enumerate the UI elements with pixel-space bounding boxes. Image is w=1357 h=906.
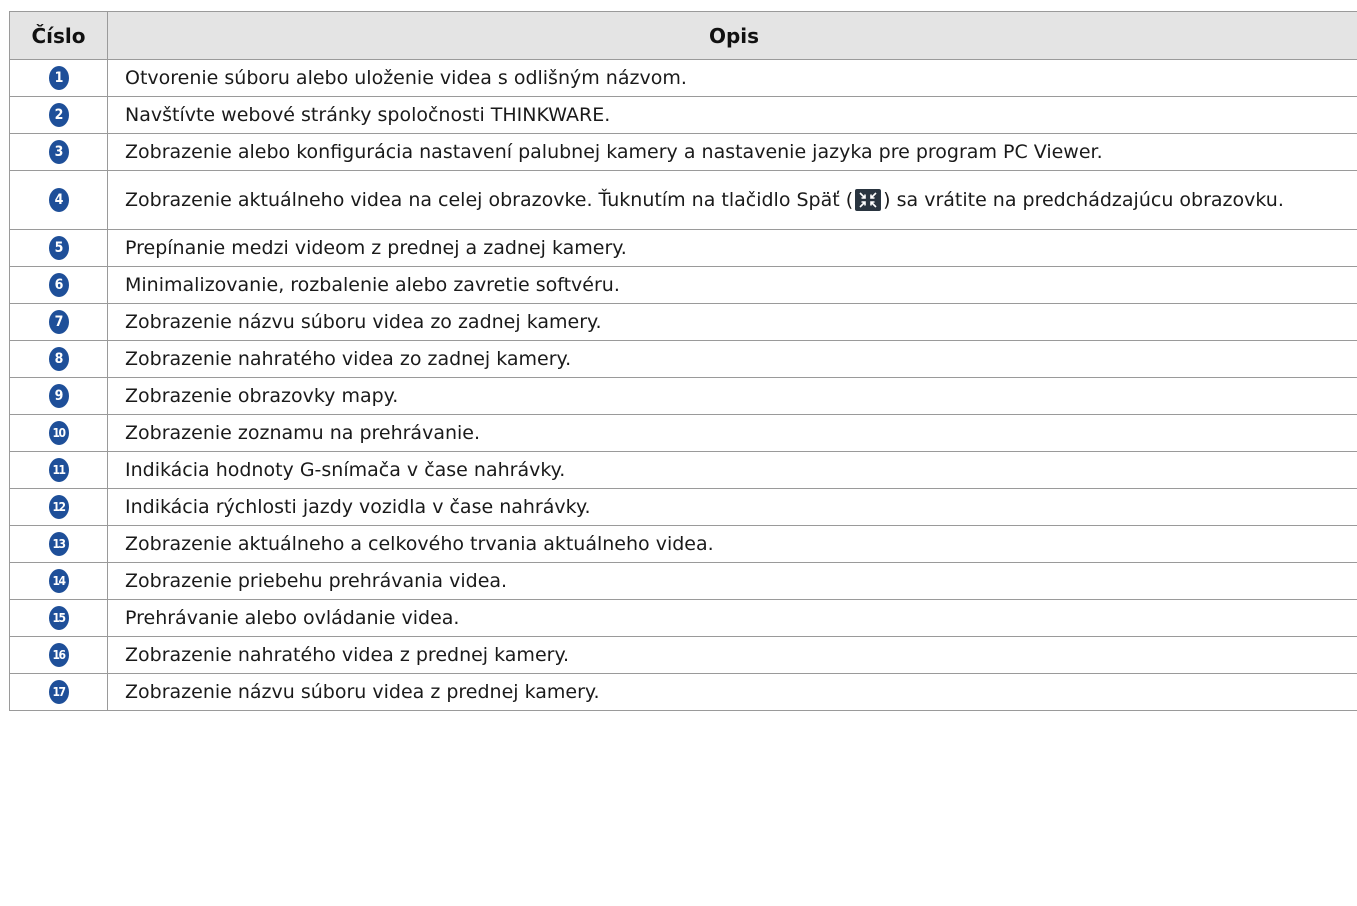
row-description: Indikácia rýchlosti jazdy vozidla v čase… (107, 488, 1357, 526)
number-badge: 4 (48, 188, 69, 212)
row-description: Otvorenie súboru alebo uloženie videa s … (107, 59, 1357, 97)
table-row: 17 Zobrazenie názvu súboru videa z predn… (9, 673, 1357, 711)
number-badge: 11 (48, 458, 69, 482)
row-description-text-after: ) sa vrátite na predchádzajúcu obrazovku… (883, 188, 1284, 211)
table-row: 12 Indikácia rýchlosti jazdy vozidla v č… (9, 488, 1357, 526)
number-badge: 3 (48, 140, 69, 164)
row-description: Zobrazenie názvu súboru videa zo zadnej … (107, 303, 1357, 341)
row-description: Zobrazenie aktuálneho videa na celej obr… (107, 170, 1357, 230)
table-row: 1 Otvorenie súboru alebo uloženie videa … (9, 59, 1357, 97)
row-description: Zobrazenie alebo konfigurácia nastavení … (107, 133, 1357, 171)
row-description: Zobrazenie názvu súboru videa z prednej … (107, 673, 1357, 711)
number-badge: 7 (48, 310, 69, 334)
table-row: 7 Zobrazenie názvu súboru videa zo zadne… (9, 303, 1357, 341)
exit-fullscreen-icon (855, 189, 882, 211)
table-header-row: Číslo Opis (9, 11, 1357, 60)
number-badge: 1 (48, 66, 69, 90)
row-description: Prehrávanie alebo ovládanie videa. (107, 599, 1357, 637)
table-row: 6 Minimalizovanie, rozbalenie alebo zavr… (9, 266, 1357, 304)
number-badge: 17 (48, 680, 69, 704)
number-badge: 9 (48, 384, 69, 408)
row-description: Zobrazenie priebehu prehrávania videa. (107, 562, 1357, 600)
number-badge: 16 (48, 643, 69, 667)
header-number: Číslo (9, 11, 108, 60)
row-description: Navštívte webové stránky spoločnosti THI… (107, 96, 1357, 134)
row-description: Indikácia hodnoty G-snímača v čase nahrá… (107, 451, 1357, 489)
number-badge: 12 (48, 495, 69, 519)
table-row: 10 Zobrazenie zoznamu na prehrávanie. (9, 414, 1357, 452)
row-description: Zobrazenie zoznamu na prehrávanie. (107, 414, 1357, 452)
table-row: 13 Zobrazenie aktuálneho a celkového trv… (9, 525, 1357, 563)
number-badge: 15 (48, 606, 69, 630)
description-table: Číslo Opis 1 Otvorenie súboru alebo ulož… (9, 11, 1357, 711)
row-description: Zobrazenie nahratého videa z prednej kam… (107, 636, 1357, 674)
number-badge: 6 (48, 273, 69, 297)
number-badge: 14 (48, 569, 69, 593)
table-row: 11 Indikácia hodnoty G-snímača v čase na… (9, 451, 1357, 489)
table-row: 14 Zobrazenie priebehu prehrávania videa… (9, 562, 1357, 600)
row-description: Zobrazenie obrazovky mapy. (107, 377, 1357, 415)
table-row: 8 Zobrazenie nahratého videa zo zadnej k… (9, 340, 1357, 378)
row-description: Minimalizovanie, rozbalenie alebo zavret… (107, 266, 1357, 304)
number-badge: 13 (48, 532, 69, 556)
row-description-text-before: Zobrazenie aktuálneho videa na celej obr… (125, 188, 854, 211)
number-badge: 5 (48, 236, 69, 260)
number-badge: 10 (48, 421, 69, 445)
row-description: Zobrazenie nahratého videa zo zadnej kam… (107, 340, 1357, 378)
number-badge: 8 (48, 347, 69, 371)
table-row: 16 Zobrazenie nahratého videa z prednej … (9, 636, 1357, 674)
table-row: 15 Prehrávanie alebo ovládanie videa. (9, 599, 1357, 637)
number-badge: 2 (48, 103, 69, 127)
table-row: 3 Zobrazenie alebo konfigurácia nastaven… (9, 133, 1357, 171)
header-description: Opis (107, 11, 1357, 60)
row-description: Zobrazenie aktuálneho a celkového trvani… (107, 525, 1357, 563)
table-row: 5 Prepínanie medzi videom z prednej a za… (9, 229, 1357, 267)
table-row: 2 Navštívte webové stránky spoločnosti T… (9, 96, 1357, 134)
table-row: 4 Zobrazenie aktuálneho videa na celej o… (9, 170, 1357, 230)
table-row: 9 Zobrazenie obrazovky mapy. (9, 377, 1357, 415)
row-description: Prepínanie medzi videom z prednej a zadn… (107, 229, 1357, 267)
